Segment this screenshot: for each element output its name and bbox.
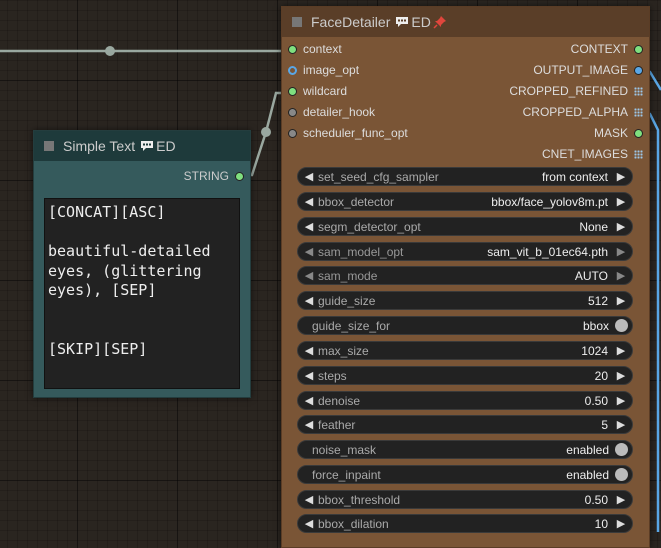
mask-output-slot[interactable]	[634, 128, 643, 138]
decrement-arrow-icon[interactable]: ◀	[302, 344, 316, 357]
node-badge: ED	[395, 14, 448, 30]
decrement-arrow-icon[interactable]: ◀	[302, 394, 316, 407]
decrement-arrow-icon[interactable]: ◀	[302, 170, 316, 183]
io-row-1: context CONTEXT	[282, 42, 649, 62]
widget-guide-size[interactable]: ◀ guide_size 512 ▶	[297, 291, 633, 310]
cnet-images-output-slot[interactable]	[634, 149, 643, 159]
cropped-refined-output-slot[interactable]	[634, 86, 643, 96]
wildcard-input-slot[interactable]	[288, 86, 297, 96]
increment-arrow-icon[interactable]: ▶	[614, 394, 628, 407]
decrement-arrow-icon[interactable]: ◀	[302, 195, 316, 208]
widget-force-inpaint[interactable]: force_inpaint enabled	[297, 465, 633, 484]
image-opt-input-slot[interactable]	[288, 65, 297, 75]
detailer-hook-input-slot[interactable]	[288, 107, 297, 117]
toggle-icon[interactable]	[615, 319, 628, 332]
widget-feather[interactable]: ◀ feather 5 ▶	[297, 415, 633, 434]
string-output-label: STRING	[183, 169, 229, 183]
io-row-6: CNET_IMAGES	[282, 147, 649, 167]
output-image-output-slot[interactable]	[634, 65, 643, 75]
output-image-output-label: OUTPUT_IMAGE	[533, 63, 628, 77]
wildcard-input-label: wildcard	[303, 84, 348, 98]
cropped-alpha-output-slot[interactable]	[634, 107, 643, 117]
string-output-slot[interactable]	[235, 171, 244, 181]
widget-bbox-detector[interactable]: ◀ bbox_detector bbox/face_yolov8m.pt ▶	[297, 192, 633, 211]
widget-max-size[interactable]: ◀ max_size 1024 ▶	[297, 341, 633, 360]
badge-label: ED	[411, 14, 431, 30]
cnet-images-output-label: CNET_IMAGES	[541, 147, 628, 161]
increment-arrow-icon[interactable]: ▶	[614, 517, 628, 530]
increment-arrow-icon[interactable]: ▶	[614, 369, 628, 382]
text-input[interactable]: [CONCAT][ASC] beautiful-detailed eyes, (…	[44, 198, 240, 389]
context-input-label: context	[303, 42, 342, 56]
collapse-icon[interactable]	[292, 17, 302, 27]
increment-arrow-icon[interactable]: ▶	[614, 493, 628, 506]
widget-guide-size-for[interactable]: guide_size_for bbox	[297, 316, 633, 335]
decrement-arrow-icon[interactable]: ◀	[302, 493, 316, 506]
collapse-icon[interactable]	[44, 141, 54, 151]
decrement-arrow-icon[interactable]: ◀	[302, 245, 316, 258]
mask-output-label: MASK	[593, 126, 628, 140]
widget-bbox-threshold[interactable]: ◀ bbox_threshold 0.50 ▶	[297, 490, 633, 509]
decrement-arrow-icon[interactable]: ◀	[302, 418, 316, 431]
widget-denoise[interactable]: ◀ denoise 0.50 ▶	[297, 391, 633, 410]
increment-arrow-icon[interactable]: ▶	[614, 245, 628, 258]
scheduler-func-opt-input-slot[interactable]	[288, 128, 297, 138]
widget-sam-mode[interactable]: ◀ sam_mode AUTO ▶	[297, 266, 633, 285]
scheduler-func-opt-input-label: scheduler_func_opt	[303, 126, 408, 140]
cropped-alpha-output-label: CROPPED_ALPHA	[522, 105, 628, 119]
context-output-slot[interactable]	[634, 44, 643, 54]
toggle-icon[interactable]	[615, 443, 628, 456]
increment-arrow-icon[interactable]: ▶	[614, 195, 628, 208]
decrement-arrow-icon[interactable]: ◀	[302, 517, 316, 530]
cropped-refined-output-label: CROPPED_REFINED	[509, 84, 628, 98]
widget-set-seed-cfg-sampler[interactable]: ◀ set_seed_cfg_sampler from context ▶	[297, 167, 633, 186]
io-row-4: detailer_hook CROPPED_ALPHA	[282, 105, 649, 125]
badge-label: ED	[156, 138, 176, 154]
node-title: FaceDetailer	[311, 14, 391, 30]
widget-segm-detector-opt[interactable]: ◀ segm_detector_opt None ▶	[297, 217, 633, 236]
widget-noise-mask[interactable]: noise_mask enabled	[297, 440, 633, 459]
widget-sam-model-opt[interactable]: ◀ sam_model_opt sam_vit_b_01ec64.pth ▶	[297, 242, 633, 261]
increment-arrow-icon[interactable]: ▶	[614, 294, 628, 307]
context-input-slot[interactable]	[288, 44, 297, 54]
node-badge: ED	[140, 138, 176, 154]
widget-bbox-dilation[interactable]: ◀ bbox_dilation 10 ▶	[297, 514, 633, 533]
chat-bubble-icon	[396, 17, 409, 27]
increment-arrow-icon[interactable]: ▶	[614, 170, 628, 183]
increment-arrow-icon[interactable]: ▶	[614, 344, 628, 357]
increment-arrow-icon[interactable]: ▶	[614, 220, 628, 233]
decrement-arrow-icon[interactable]: ◀	[302, 369, 316, 382]
io-row-5: scheduler_func_opt MASK	[282, 126, 649, 146]
increment-arrow-icon[interactable]: ▶	[614, 269, 628, 282]
simple-text-node[interactable]: Simple Text ED STRING [CONCAT][ASC] beau…	[33, 130, 251, 398]
string-output-row[interactable]: STRING	[184, 169, 244, 183]
io-row-3: wildcard CROPPED_REFINED	[282, 84, 649, 104]
io-row-2: image_opt OUTPUT_IMAGE	[282, 63, 649, 83]
simple-text-title-bar[interactable]: Simple Text ED	[34, 131, 250, 161]
decrement-arrow-icon[interactable]: ◀	[302, 294, 316, 307]
increment-arrow-icon[interactable]: ▶	[614, 418, 628, 431]
detailer-hook-input-label: detailer_hook	[303, 105, 376, 119]
context-output-label: CONTEXT	[570, 42, 628, 56]
image-opt-input-label: image_opt	[303, 63, 360, 77]
decrement-arrow-icon[interactable]: ◀	[302, 269, 316, 282]
face-detailer-title-bar[interactable]: FaceDetailer ED	[282, 7, 649, 37]
decrement-arrow-icon[interactable]: ◀	[302, 220, 316, 233]
wildcard-link-reroute	[261, 127, 271, 137]
chat-bubble-icon	[141, 141, 154, 151]
pin-icon	[433, 16, 446, 29]
face-detailer-node[interactable]: FaceDetailer ED context CONTEXT image_op…	[281, 6, 650, 548]
widget-steps[interactable]: ◀ steps 20 ▶	[297, 366, 633, 385]
context-link-reroute	[105, 46, 115, 56]
node-title: Simple Text	[63, 138, 136, 154]
toggle-icon[interactable]	[615, 468, 628, 481]
